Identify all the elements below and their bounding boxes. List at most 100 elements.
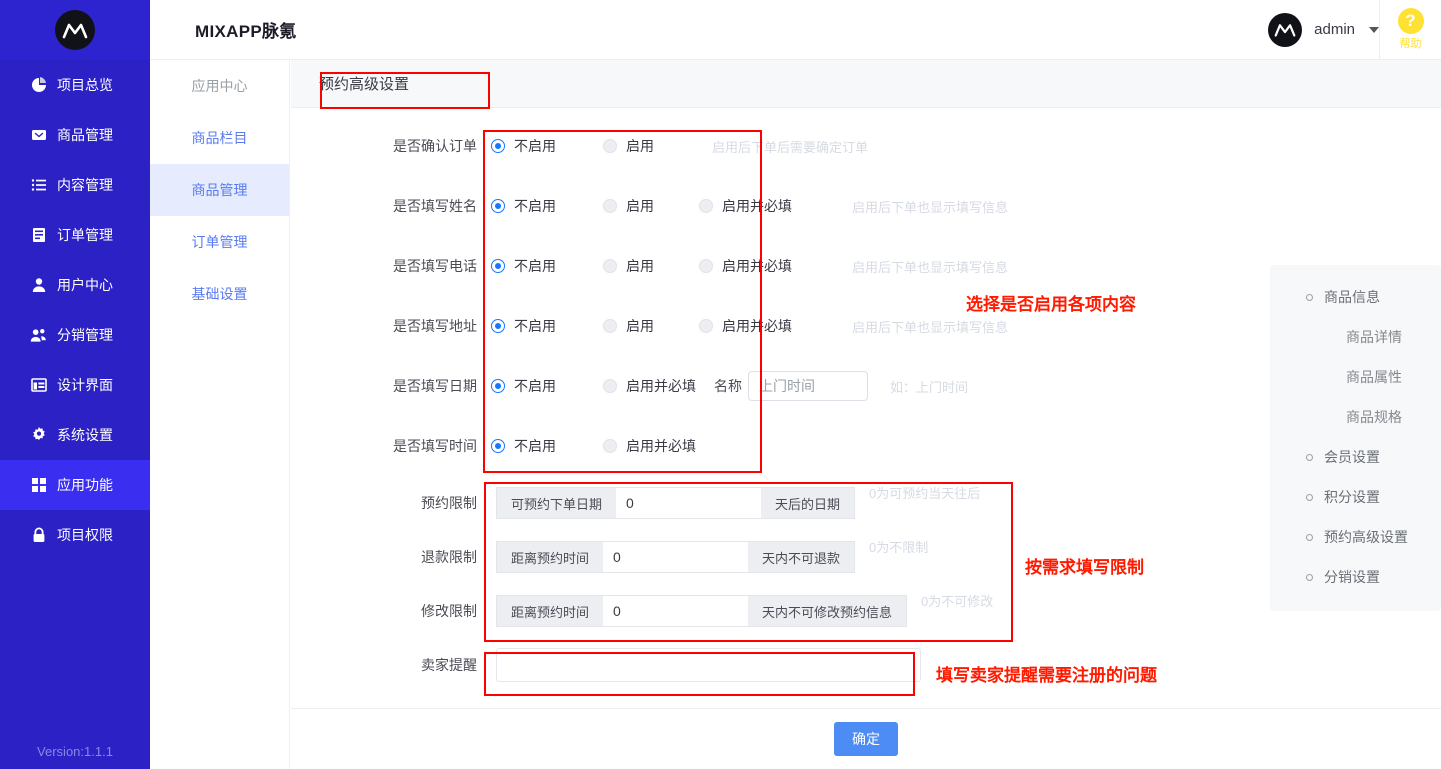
radio-option[interactable]: 不启用 <box>491 196 579 216</box>
radio-label: 不启用 <box>514 138 556 154</box>
radio-option[interactable]: 不启用 <box>491 436 579 456</box>
input-suffix-addon: 天内不可修改预约信息 <box>748 595 908 627</box>
limit-controls: 距离预约时间 天内不可修改预约信息 0为不可修改 <box>496 594 993 627</box>
form-row-limit-1: 退款限制 距离预约时间 天内不可退款 0为不限制 <box>291 530 1441 584</box>
radio-dot-icon <box>699 259 713 273</box>
left-sidebar: 项目总览 商品管理内容管理订单管理用户中心 分销管理 设计界面 系统设置应用功能项目权限… <box>0 0 150 769</box>
document-icon <box>30 227 47 244</box>
help-button[interactable]: ? 帮助 <box>1379 0 1441 60</box>
radio-option[interactable]: 启用并必填 <box>603 436 696 456</box>
header-right: admin ? 帮助 <box>1268 0 1441 60</box>
radio-option[interactable]: 启用并必填 <box>699 196 792 216</box>
subnav-item-0[interactable]: 应用中心 <box>150 60 289 112</box>
secondary-nav: 应用中心 商品栏目 商品管理 订单管理 基础设置 <box>150 60 290 769</box>
seller-reminder-input[interactable] <box>496 648 921 682</box>
form-label: 是否填写日期 <box>393 378 477 394</box>
limit-value-input[interactable] <box>616 487 762 519</box>
radio-label: 启用并必填 <box>722 258 792 274</box>
grid-icon <box>30 477 47 494</box>
form-row-radio-2: 是否填写电话 不启用 启用 启用并必填 启用后下单也显示填写信息 <box>291 236 1441 296</box>
quicknav-item-4[interactable]: 会员设置 <box>1270 437 1441 477</box>
list-icon <box>30 177 47 194</box>
quicknav-item-7[interactable]: 分销设置 <box>1270 557 1441 597</box>
quicknav-item-0[interactable]: 商品信息 <box>1270 277 1441 317</box>
radio-label: 不启用 <box>514 438 556 454</box>
bullet-icon <box>1306 453 1313 461</box>
radio-option[interactable]: 不启用 <box>491 376 579 396</box>
limit-value-input[interactable] <box>603 541 749 573</box>
pie-chart-icon <box>30 77 47 94</box>
date-name-input[interactable] <box>748 371 868 401</box>
quick-nav-panel: 商品信息商品详情商品属性商品规格 会员设置 积分设置 预约高级设置 分销设置 <box>1270 265 1441 611</box>
sidebar-item-9[interactable]: 项目权限 <box>0 510 150 560</box>
sidebar-item-1[interactable]: 商品管理 <box>0 110 150 160</box>
username-label[interactable]: admin <box>1314 21 1355 38</box>
radio-option[interactable]: 启用并必填 <box>603 376 696 396</box>
input-suffix-addon: 天内不可退款 <box>748 541 856 573</box>
radio-option[interactable]: 启用并必填 <box>699 316 792 336</box>
quicknav-item-5[interactable]: 积分设置 <box>1270 477 1441 517</box>
radio-option[interactable]: 启用 <box>603 136 654 156</box>
quicknav-item-1[interactable]: 商品详情 <box>1270 317 1441 357</box>
form-label: 预约限制 <box>421 495 477 511</box>
bullet-icon <box>1306 573 1313 581</box>
radio-group: 不启用 启用 启用并必填 启用后下单也显示填写信息 <box>491 316 1008 336</box>
radio-option[interactable]: 启用并必填 <box>699 256 792 276</box>
sidebar-item-label: 内容管理 <box>57 177 113 193</box>
sidebar-item-8[interactable]: 应用功能 <box>0 460 150 510</box>
sidebar-item-label: 应用功能 <box>57 477 113 493</box>
bullet-icon <box>1306 493 1313 501</box>
sidebar-item-7[interactable]: 系统设置 <box>0 410 150 460</box>
settings-form: 是否确认订单 不启用 启用 启用后下单后需要确定订单 是否填写姓名 不启用 启用 启用并必填启… <box>291 108 1441 692</box>
form-row-radio-1: 是否填写姓名 不启用 启用 启用并必填 启用后下单也显示填写信息 <box>291 176 1441 236</box>
sidebar-item-4[interactable]: 用户中心 <box>0 260 150 310</box>
sidebar-item-0[interactable]: 项目总览 <box>0 60 150 110</box>
radio-label: 启用并必填 <box>722 318 792 334</box>
quicknav-label: 商品信息 <box>1324 289 1380 305</box>
form-label: 是否确认订单 <box>393 138 477 154</box>
avatar[interactable] <box>1268 12 1303 47</box>
quicknav-item-2[interactable]: 商品属性 <box>1270 357 1441 397</box>
subnav-item-4[interactable]: 基础设置 <box>150 268 289 320</box>
radio-group: 不启用 启用并必填 <box>491 436 720 456</box>
input-prefix-addon: 距离预约时间 <box>496 595 604 627</box>
radio-dot-icon <box>491 379 505 393</box>
chevron-down-icon[interactable] <box>1369 26 1379 33</box>
radio-option[interactable]: 不启用 <box>491 136 579 156</box>
form-label: 是否填写地址 <box>393 318 477 334</box>
radio-option[interactable]: 启用 <box>603 196 675 216</box>
limit-value-input[interactable] <box>603 595 749 627</box>
radio-dot-icon <box>603 319 617 333</box>
submit-button[interactable]: 确定 <box>834 722 898 756</box>
radio-dot-icon <box>491 259 505 273</box>
radio-label: 不启用 <box>514 258 556 274</box>
radio-option[interactable]: 启用 <box>603 256 675 276</box>
quicknav-item-6[interactable]: 预约高级设置 <box>1270 517 1441 557</box>
radio-option[interactable]: 启用 <box>603 316 675 336</box>
radio-option[interactable]: 不启用 <box>491 316 579 336</box>
sidebar-item-label: 订单管理 <box>57 227 113 243</box>
settings-card: 预约高级设置 是否确认订单 不启用 启用 启用后下单后需要确定订单 是否填写姓名 不启用启… <box>291 60 1441 769</box>
subnav-item-3[interactable]: 订单管理 <box>150 216 289 268</box>
radio-group: 不启用 启用 启用并必填 启用后下单也显示填写信息 <box>491 196 1008 216</box>
subnav-item-2[interactable]: 商品管理 <box>150 164 289 216</box>
sidebar-nav: 项目总览 商品管理内容管理订单管理用户中心 分销管理 设计界面 系统设置应用功能项目权限 <box>0 60 150 560</box>
radio-option[interactable]: 不启用 <box>491 256 579 276</box>
subnav-item-1[interactable]: 商品栏目 <box>150 112 289 164</box>
form-row-radio-3: 是否填写地址 不启用 启用 启用并必填 启用后下单也显示填写信息 <box>291 296 1441 356</box>
form-label: 卖家提醒 <box>421 657 477 673</box>
radio-dot-icon <box>699 199 713 213</box>
sidebar-item-2[interactable]: 内容管理 <box>0 160 150 210</box>
sidebar-item-3[interactable]: 订单管理 <box>0 210 150 260</box>
form-row-limit-0: 预约限制 可预约下单日期 天后的日期 0为可预约当天往后 <box>291 476 1441 530</box>
quicknav-label: 商品属性 <box>1346 369 1402 385</box>
mixapp-logo-icon <box>55 10 95 50</box>
sidebar-item-6[interactable]: 设计界面 <box>0 360 150 410</box>
seller-controls <box>496 648 921 682</box>
sidebar-item-5[interactable]: 分销管理 <box>0 310 150 360</box>
sidebar-item-label: 项目权限 <box>57 527 113 543</box>
logo-area[interactable] <box>0 0 150 60</box>
quicknav-item-3[interactable]: 商品规格 <box>1270 397 1441 437</box>
field-hint: 如：上门时间 <box>890 379 969 395</box>
input-group: 可预约下单日期 天后的日期 <box>496 487 856 519</box>
